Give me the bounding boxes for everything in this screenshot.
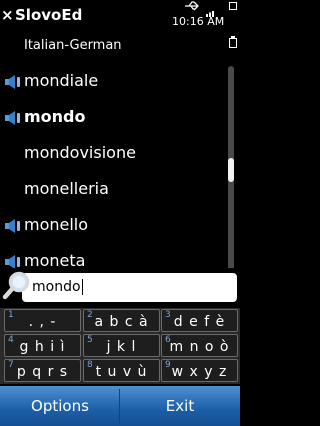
list-item[interactable]: mondo — [0, 99, 224, 135]
keypad-key-chars: a b c à — [94, 314, 149, 330]
exit-button[interactable]: Exit — [120, 386, 240, 426]
text-cursor — [81, 279, 83, 295]
keypad-key-chars: t u v ù — [95, 364, 148, 380]
list-item[interactable]: monelleria — [0, 171, 224, 207]
search-icon[interactable] — [2, 270, 32, 302]
keypad-key-chars: j k l — [106, 339, 137, 355]
speaker-icon[interactable] — [5, 110, 22, 125]
keypad-key-6[interactable]: 6m n o ò — [161, 334, 238, 357]
word-list[interactable]: mondiale mondo mondovisione monelleria monel… — [0, 63, 224, 273]
keypad-key-chars: w x y z — [171, 364, 228, 380]
keypad-key-9[interactable]: 9w x y z — [161, 359, 238, 382]
battery-icon — [229, 2, 237, 10]
list-item-word: monelleria — [24, 179, 109, 198]
scrollbar-thumb[interactable] — [228, 158, 234, 182]
keypad-key-chars: . , - — [28, 314, 57, 330]
keypad-key-chars: p q r s — [16, 364, 69, 380]
list-item[interactable]: monello — [0, 207, 224, 243]
keypad-key-8[interactable]: 8t u v ù — [83, 359, 160, 382]
options-button[interactable]: Options — [0, 386, 120, 426]
keypad-key-chars: m n o ò — [169, 339, 230, 355]
search-input-text: mondo — [32, 279, 81, 295]
keypad-key-7[interactable]: 7p q r s — [4, 359, 81, 382]
speaker-icon[interactable] — [5, 218, 22, 233]
keypad-key-chars: g h i ì — [19, 339, 66, 355]
speaker-icon[interactable] — [5, 254, 22, 269]
keypad-key-4[interactable]: 4g h i ì — [4, 334, 81, 357]
list-item[interactable]: mondovisione — [0, 135, 224, 171]
signal-icon — [206, 2, 214, 17]
search-input[interactable]: mondo — [22, 273, 237, 302]
close-icon[interactable]: × — [1, 7, 15, 23]
list-item-word: mondiale — [24, 71, 99, 90]
battery-level-icon — [229, 36, 237, 48]
list-item-word: mondo — [24, 107, 86, 126]
keypad-key-chars: d e f è — [173, 314, 226, 330]
keypad: 1. , -2a b c à3d e f è 4g h i ì5j k l6m n… — [0, 308, 240, 384]
app-title: SlovoEd — [15, 6, 83, 24]
list-item-word: monello — [24, 215, 89, 234]
list-item-word: mondovisione — [24, 143, 136, 162]
keypad-key-1[interactable]: 1. , - — [4, 309, 81, 332]
list-item[interactable]: mondiale — [0, 63, 224, 99]
speaker-icon[interactable] — [5, 74, 22, 89]
keypad-key-5[interactable]: 5j k l — [83, 334, 160, 357]
dictionary-name[interactable]: Italian-German — [24, 38, 122, 54]
usb-icon — [184, 0, 200, 14]
keypad-key-2[interactable]: 2a b c à — [83, 309, 160, 332]
clock: 10:16 AM — [172, 15, 225, 28]
keypad-key-3[interactable]: 3d e f è — [161, 309, 238, 332]
